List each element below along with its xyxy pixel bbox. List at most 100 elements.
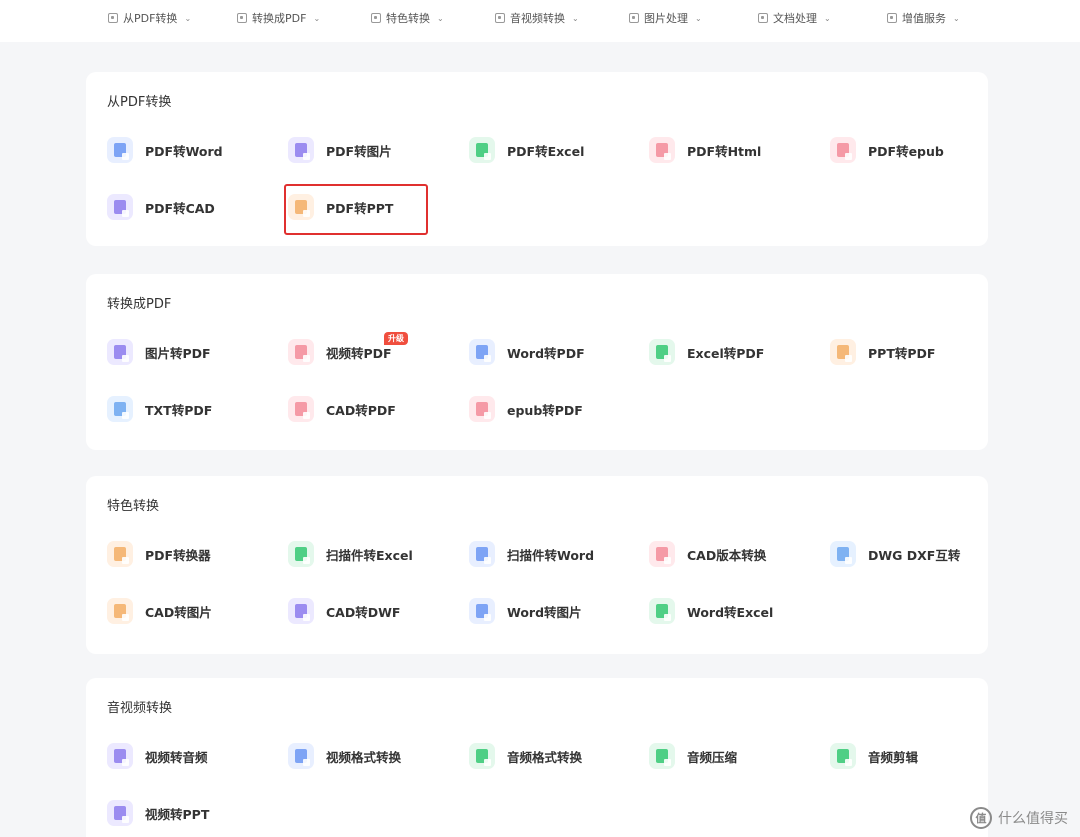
tool-cad-to-image[interactable]: CAD转图片 — [107, 591, 257, 631]
tool-audio-format[interactable]: 音频格式转换 — [469, 736, 619, 776]
excel-file-icon — [649, 339, 675, 365]
audio-compress-icon — [649, 743, 675, 769]
chevron-down-icon: ⌄ — [184, 13, 192, 23]
nav-image[interactable]: 图片处理 ⌄ — [629, 0, 702, 36]
section-title: 音视频转换 — [107, 701, 173, 716]
dwf-file-icon — [288, 598, 314, 624]
convert-icon — [237, 13, 247, 23]
nav-label: 增值服务 — [902, 12, 946, 25]
watermark-logo: 值 — [970, 807, 992, 829]
tool-video-to-ppt[interactable]: 视频转PPT — [107, 793, 257, 833]
chevron-down-icon: ⌄ — [572, 13, 579, 23]
nav-media[interactable]: 音视频转换 ⌄ — [495, 0, 579, 36]
nav-document[interactable]: 文档处理 ⌄ — [758, 0, 831, 36]
chevron-down-icon: ⌄ — [313, 13, 321, 23]
tool-pdf-to-cad[interactable]: PDF转CAD — [107, 187, 257, 227]
excel-file-icon — [469, 137, 495, 163]
tool-word-to-pdf[interactable]: Word转PDF — [469, 332, 619, 372]
cad-file-icon — [288, 396, 314, 422]
tool-txt-to-pdf[interactable]: TXT转PDF — [107, 389, 257, 429]
tool-video-format[interactable]: 视频格式转换 — [288, 736, 438, 776]
video-file-icon — [288, 339, 314, 365]
image-icon — [629, 13, 639, 23]
nav-special[interactable]: 特色转换 ⌄ — [371, 0, 444, 36]
tool-label: 视频转PPT — [145, 806, 210, 822]
tool-label: PPT转PDF — [868, 345, 936, 361]
tool-audio-cut[interactable]: 音频剪辑 — [830, 736, 980, 776]
tool-label: TXT转PDF — [145, 402, 213, 418]
tool-label: PDF转换器 — [145, 547, 211, 563]
cad-image-icon — [107, 598, 133, 624]
tool-scan-to-excel[interactable]: 扫描件转Excel — [288, 534, 438, 574]
tool-cad-to-dwf[interactable]: CAD转DWF — [288, 591, 438, 631]
tool-pdf-to-html[interactable]: PDF转Html — [649, 130, 799, 170]
tool-label: CAD转PDF — [326, 402, 396, 418]
nav-label: 从PDF转换 — [123, 12, 178, 25]
chevron-down-icon: ⌄ — [437, 13, 444, 23]
chevron-down-icon: ⌄ — [695, 13, 702, 23]
pdf-icon — [108, 13, 118, 23]
tool-word-to-image[interactable]: Word转图片 — [469, 591, 619, 631]
tool-epub-to-pdf[interactable]: epub转PDF — [469, 389, 619, 429]
tool-pdf-to-image[interactable]: PDF转图片 — [288, 130, 438, 170]
word-file-icon — [469, 339, 495, 365]
tool-label: Word转PDF — [507, 345, 585, 361]
tool-video-to-pdf[interactable]: 视频转PDF — [288, 332, 438, 372]
chevron-down-icon: ⌄ — [953, 13, 960, 23]
nav-label: 图片处理 — [644, 12, 688, 25]
tool-label: 视频转PDF — [326, 345, 392, 361]
image-file-icon — [107, 339, 133, 365]
tool-image-to-pdf[interactable]: 图片转PDF — [107, 332, 257, 372]
excel-file-icon — [649, 598, 675, 624]
tool-excel-to-pdf[interactable]: Excel转PDF — [649, 332, 799, 372]
nav-service[interactable]: 增值服务 ⌄ — [887, 0, 960, 36]
nav-to-pdf[interactable]: 转换成PDF ⌄ — [237, 0, 320, 36]
tool-pdf-to-excel[interactable]: PDF转Excel — [469, 130, 619, 170]
tool-label: Word转Excel — [687, 604, 774, 620]
tool-label: 视频格式转换 — [326, 749, 402, 765]
tool-ppt-to-pdf[interactable]: PPT转PDF — [830, 332, 980, 372]
word-file-icon — [107, 137, 133, 163]
tool-label: 扫描件转Excel — [326, 547, 413, 563]
video-audio-icon — [107, 743, 133, 769]
epub-file-icon — [469, 396, 495, 422]
tool-label: 视频转音频 — [145, 749, 208, 765]
section-from-pdf: 从PDF转换 PDF转Word PDF转图片 PDF转Excel PDF转Htm… — [86, 72, 988, 246]
audio-format-icon — [469, 743, 495, 769]
tool-cad-to-pdf[interactable]: CAD转PDF — [288, 389, 438, 429]
scan-excel-icon — [288, 541, 314, 567]
section-to-pdf: 转换成PDF 图片转PDF 视频转PDF 升级 Word转PDF Excel转P… — [86, 274, 988, 450]
nav-label: 文档处理 — [773, 12, 817, 25]
image-file-icon — [288, 137, 314, 163]
tool-pdf-to-epub[interactable]: PDF转epub — [830, 130, 980, 170]
epub-file-icon — [830, 137, 856, 163]
ppt-file-icon — [830, 339, 856, 365]
service-icon — [887, 13, 897, 23]
section-title: 从PDF转换 — [107, 95, 172, 110]
cad-file-icon — [107, 194, 133, 220]
tool-label: PDF转Excel — [507, 143, 585, 159]
tool-pdf-to-word[interactable]: PDF转Word — [107, 130, 257, 170]
section-title: 特色转换 — [107, 499, 160, 514]
nav-from-pdf[interactable]: 从PDF转换 ⌄ — [108, 0, 191, 36]
section-title: 转换成PDF — [107, 297, 172, 312]
upgrade-badge: 升级 — [384, 332, 408, 345]
tool-label: 音频格式转换 — [507, 749, 583, 765]
tool-label: Word转图片 — [507, 604, 582, 620]
tool-audio-compress[interactable]: 音频压缩 — [649, 736, 799, 776]
video-ppt-icon — [107, 800, 133, 826]
tool-label: 音频剪辑 — [868, 749, 919, 765]
tool-scan-to-word[interactable]: 扫描件转Word — [469, 534, 619, 574]
tool-pdf-converter[interactable]: PDF转换器 — [107, 534, 257, 574]
tool-label: CAD转DWF — [326, 604, 401, 620]
tool-video-to-audio[interactable]: 视频转音频 — [107, 736, 257, 776]
tool-label: epub转PDF — [507, 402, 583, 418]
tool-label: PDF转epub — [868, 143, 944, 159]
tool-cad-version[interactable]: CAD版本转换 — [649, 534, 799, 574]
tool-dwg-dxf[interactable]: DWG DXF互转 — [830, 534, 980, 574]
tool-label: PDF转Html — [687, 143, 762, 159]
dwg-file-icon — [830, 541, 856, 567]
watermark: 值 什么值得买 — [970, 807, 1068, 829]
tool-word-to-excel[interactable]: Word转Excel — [649, 591, 799, 631]
word-image-icon — [469, 598, 495, 624]
